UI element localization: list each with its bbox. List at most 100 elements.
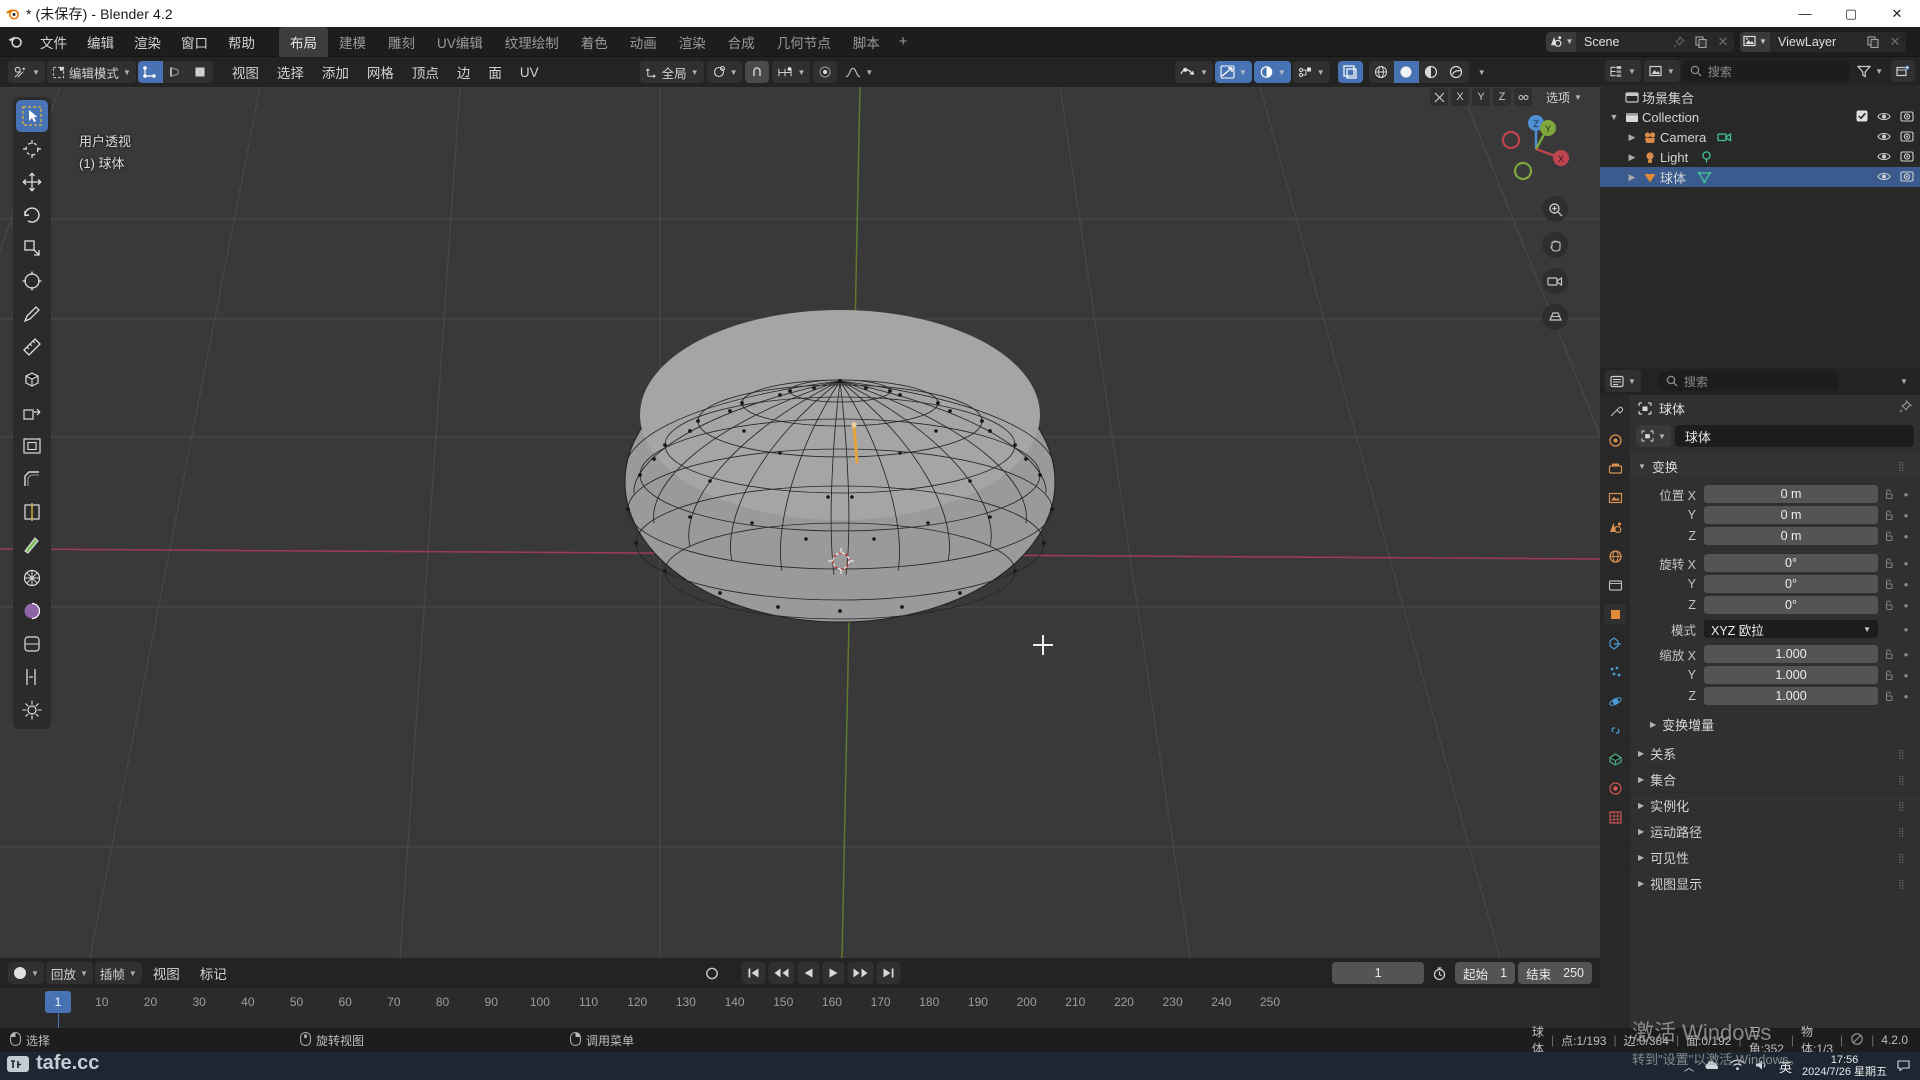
- add-cube-tool[interactable]: [16, 364, 48, 396]
- workspace-tab-0[interactable]: 布局: [279, 26, 328, 57]
- outliner-row-2[interactable]: ▶ Light: [1600, 147, 1920, 167]
- top-menu-0[interactable]: 文件: [30, 29, 77, 55]
- smooth-tool[interactable]: [16, 628, 48, 660]
- timeline-ruler-area[interactable]: 1 10 20 30 40 50 60 70 80 90 100 110 120 130 140 150 160…: [0, 988, 1600, 1029]
- visibility-icon[interactable]: ▼: [1292, 61, 1330, 83]
- viewport-menu-5[interactable]: 边: [448, 59, 480, 85]
- scale-value-0[interactable]: 1.000: [1704, 645, 1878, 663]
- light-data-icon[interactable]: [1696, 150, 1716, 164]
- animate-property-icon[interactable]: •: [1900, 529, 1912, 544]
- properties-search-input[interactable]: 搜索: [1658, 371, 1839, 391]
- animate-property-icon[interactable]: •: [1900, 487, 1912, 502]
- minimize-button[interactable]: —: [1782, 0, 1828, 27]
- lock-icon[interactable]: [1882, 557, 1896, 569]
- mode-selector[interactable]: 编辑模式 ▼: [46, 61, 136, 83]
- outliner-search-input[interactable]: 搜索: [1682, 61, 1850, 81]
- viewport-options-menu[interactable]: 选项 ▼: [1539, 88, 1589, 106]
- use-preview-range-icon[interactable]: [1427, 962, 1452, 984]
- camera-data-icon[interactable]: [1714, 130, 1734, 144]
- transform-value-1[interactable]: 0 m: [1704, 506, 1878, 524]
- new-viewlayer-icon[interactable]: [1862, 32, 1884, 52]
- top-menu-3[interactable]: 窗口: [171, 29, 218, 55]
- hide-in-viewport-icon[interactable]: [1877, 170, 1891, 185]
- tweak-tool[interactable]: [16, 100, 48, 132]
- magnet-icon[interactable]: [745, 61, 770, 83]
- hide-in-viewport-icon[interactable]: [1877, 150, 1891, 165]
- new-scene-icon[interactable]: [1690, 32, 1712, 52]
- transform-orientation-selector[interactable]: 全局 ▼: [639, 61, 704, 83]
- rotation-mode-animate-icon[interactable]: •: [1900, 622, 1912, 637]
- camera-view-icon[interactable]: [1542, 268, 1568, 294]
- add-workspace-button[interactable]: +: [891, 29, 916, 54]
- pin-scene-icon[interactable]: [1668, 32, 1690, 52]
- properties-section-4[interactable]: ▶ 可见性 ⣿: [1630, 844, 1920, 870]
- bevel-tool[interactable]: [16, 463, 48, 495]
- object-browse-icon[interactable]: ▼: [1636, 425, 1671, 447]
- zoom-view-icon[interactable]: [1542, 196, 1568, 222]
- transform-value-4[interactable]: 0°: [1704, 575, 1878, 593]
- pan-view-icon[interactable]: [1542, 232, 1568, 258]
- play-reverse-button[interactable]: [797, 962, 820, 984]
- shading-rendered-icon[interactable]: [1444, 61, 1469, 83]
- annotate-tool[interactable]: [16, 298, 48, 330]
- hide-in-viewport-icon[interactable]: [1877, 110, 1891, 125]
- shading-options-chevron-icon[interactable]: ▼: [1471, 61, 1493, 83]
- viewport-menu-2[interactable]: 添加: [313, 59, 358, 85]
- workspace-tab-7[interactable]: 渲染: [668, 27, 717, 57]
- proportional-edit-icon[interactable]: [813, 61, 838, 83]
- new-collection-icon[interactable]: [1891, 60, 1915, 82]
- spin-tool[interactable]: [16, 595, 48, 627]
- render-tab[interactable]: [1604, 430, 1626, 450]
- rotation-mode-dropdown[interactable]: XYZ 欧拉 ▼: [1704, 620, 1878, 638]
- properties-section-1[interactable]: ▶ 集合 ⣿: [1630, 766, 1920, 792]
- scale-value-1[interactable]: 1.000: [1704, 666, 1878, 684]
- workspace-tab-1[interactable]: 建模: [328, 27, 377, 57]
- workspace-tab-8[interactable]: 合成: [717, 27, 766, 57]
- pivot-point-icon[interactable]: ▼: [706, 61, 743, 83]
- lock-icon[interactable]: [1882, 648, 1896, 660]
- mirror-x-icon[interactable]: [1430, 88, 1448, 106]
- move-tool[interactable]: [16, 166, 48, 198]
- collection-tab[interactable]: [1604, 575, 1626, 595]
- disable-in-renders-icon[interactable]: [1900, 150, 1914, 165]
- view-layer-tab[interactable]: [1604, 488, 1626, 508]
- hide-in-viewport-icon[interactable]: [1877, 130, 1891, 145]
- xray-icon[interactable]: ▼: [1253, 61, 1291, 83]
- workspace-tab-4[interactable]: 纹理绘制: [494, 27, 570, 57]
- top-menu-1[interactable]: 编辑: [77, 29, 124, 55]
- animate-property-icon[interactable]: •: [1900, 689, 1912, 704]
- cursor-tool[interactable]: [16, 133, 48, 165]
- properties-section-0[interactable]: ▶ 关系 ⣿: [1630, 740, 1920, 766]
- outliner-row-1[interactable]: ▶ Camera: [1600, 127, 1920, 147]
- poly-build-tool[interactable]: [16, 562, 48, 594]
- previous-keyframe-button[interactable]: [768, 962, 795, 984]
- lock-icon[interactable]: [1882, 488, 1896, 500]
- scale-tool[interactable]: [16, 232, 48, 264]
- shrink-fatten-tool[interactable]: [16, 694, 48, 726]
- scale-value-2[interactable]: 1.000: [1704, 687, 1878, 705]
- viewport-menu-0[interactable]: 视图: [223, 59, 268, 85]
- world-tab[interactable]: [1604, 546, 1626, 566]
- extrude-region-tool[interactable]: [16, 397, 48, 429]
- lock-icon[interactable]: [1882, 690, 1896, 702]
- outliner-filter-display-icon[interactable]: ▼: [1643, 60, 1680, 82]
- next-keyframe-button[interactable]: [847, 962, 874, 984]
- properties-editor-icon[interactable]: ▼: [1605, 370, 1641, 392]
- transform-panel-header[interactable]: ▼ 变换 ⣿: [1630, 454, 1920, 478]
- scene-name[interactable]: Scene: [1576, 35, 1668, 49]
- lock-icon[interactable]: [1882, 578, 1896, 590]
- network-icon[interactable]: [1730, 1059, 1745, 1074]
- volume-icon[interactable]: [1755, 1059, 1769, 1074]
- disable-in-renders-icon[interactable]: [1900, 170, 1914, 185]
- workspace-tab-10[interactable]: 脚本: [842, 27, 891, 57]
- viewlayer-selector[interactable]: ▼ ViewLayer ✕: [1740, 31, 1906, 52]
- outliner-row-0[interactable]: ▼ Collection: [1600, 107, 1920, 127]
- outliner-expander-1[interactable]: ▶: [1624, 132, 1640, 143]
- current-frame-field[interactable]: 1: [1332, 962, 1425, 984]
- outliner-expander-2[interactable]: ▶: [1624, 152, 1640, 163]
- keying-menu[interactable]: 插帧 ▼: [94, 962, 142, 984]
- animate-property-icon[interactable]: •: [1900, 577, 1912, 592]
- viewport-menu-1[interactable]: 选择: [268, 59, 313, 85]
- inset-faces-tool[interactable]: [16, 430, 48, 462]
- jump-to-start-button[interactable]: [741, 962, 766, 984]
